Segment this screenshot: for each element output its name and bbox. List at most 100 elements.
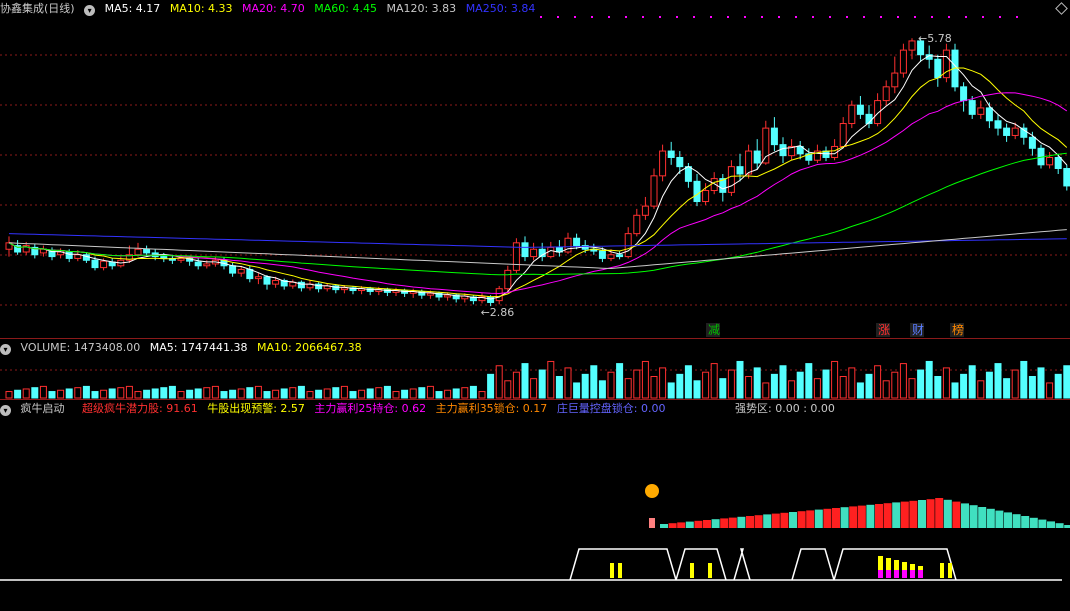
candle-body (624, 233, 632, 258)
candle-body (598, 250, 606, 259)
volume-bar (650, 376, 658, 399)
volume-bar (702, 371, 710, 399)
vol-ma-item: MA10: 2066467.38 (256, 341, 362, 354)
volume-bar (426, 385, 434, 399)
volume-bar (762, 382, 770, 399)
volume-bar (125, 385, 133, 399)
candle-body (1046, 156, 1054, 166)
candle-body (753, 150, 761, 164)
panel-separator (0, 399, 1070, 400)
volume-bar (280, 388, 288, 399)
collapse-icon[interactable]: ▾ (0, 344, 11, 355)
indicator-bar (660, 524, 668, 528)
volume-bar (39, 385, 47, 399)
candle-body (237, 268, 245, 274)
indicator-bar (1029, 517, 1038, 528)
volume-bar (31, 387, 39, 399)
candle-body (985, 107, 993, 122)
indicator-bar (763, 514, 772, 528)
volume-bar (788, 380, 796, 399)
signal-dot (846, 16, 848, 18)
indicator-bar (1012, 514, 1021, 528)
signal-bar (690, 563, 694, 578)
candle-body (1063, 167, 1070, 187)
indicator-title: 疯牛启动 (20, 402, 65, 415)
chart-canvas[interactable]: ←5.78 ←2.86 减 涨 财 榜 (0, 0, 1070, 611)
signal-dot (931, 16, 933, 18)
signal-dot (557, 16, 559, 18)
indicator-bar (883, 503, 892, 528)
signal-dot (591, 16, 593, 18)
candle-body (745, 150, 753, 175)
candle-body (203, 263, 211, 267)
stock-title: 协鑫集成(日线) (0, 2, 75, 15)
volume-bar (839, 376, 847, 399)
volume-bar (82, 385, 90, 399)
ma-item: MA10: 4.33 (169, 2, 233, 15)
signal-dot (744, 16, 746, 18)
volume-bar (74, 387, 82, 399)
indicator-bar (728, 517, 737, 528)
signal-dot (642, 16, 644, 18)
volume-bar (504, 380, 512, 399)
candle-body (315, 283, 323, 290)
indicator-bar (926, 499, 935, 528)
ma-item: MA120: 3.83 (386, 2, 457, 15)
ma-line (8, 55, 1068, 300)
volume-bar (1028, 376, 1036, 399)
volume-bar (194, 388, 202, 399)
volume-bar (547, 360, 555, 399)
event-label: 涨 (878, 322, 890, 337)
volume-bar (633, 369, 641, 399)
indicator-bar (649, 518, 655, 528)
candle-body (659, 150, 667, 177)
indicator-item: 牛股出现预警: 2.57 (207, 402, 305, 415)
volume-bar (151, 388, 159, 399)
candlestick-series (5, 38, 1070, 307)
candle-body (65, 251, 73, 259)
event-label: 榜 (952, 322, 964, 337)
signal-dot (608, 16, 610, 18)
volume-bar (375, 387, 383, 399)
indicator-bar (935, 498, 944, 528)
volume-bar (1037, 367, 1045, 399)
collapse-icon[interactable]: ▾ (84, 5, 96, 16)
volume-bar (805, 363, 813, 399)
signal-dot (795, 16, 797, 18)
volume-bar (444, 389, 452, 399)
volume-bar (495, 365, 503, 399)
volume-bar (753, 367, 761, 399)
indicator-bar (875, 504, 883, 528)
volume-bar (65, 388, 73, 399)
candle-body (1054, 156, 1062, 169)
volume-bar (942, 367, 950, 399)
moving-average-lines (8, 55, 1068, 300)
indicator-bar (677, 522, 686, 528)
ma-item: MA250: 3.84 (465, 2, 536, 15)
signal-dot (982, 16, 984, 18)
signal-dot (829, 16, 831, 18)
indicator-bar (720, 518, 729, 528)
event-label: 财 (912, 323, 924, 337)
signal-dot (710, 16, 712, 18)
volume-bar (555, 376, 563, 399)
ma-item: MA60: 4.45 (314, 2, 377, 15)
volume-bar (487, 373, 495, 399)
volume-bar (452, 388, 460, 399)
candle-body (100, 260, 108, 269)
volume-bar (693, 380, 701, 399)
candle-body (702, 190, 710, 203)
collapse-icon[interactable]: ▾ (0, 405, 11, 416)
candle-body (650, 175, 658, 207)
indicator-bar (806, 510, 815, 528)
candle-body (977, 107, 985, 115)
signal-dot (693, 16, 695, 18)
signal-dot (574, 16, 576, 18)
signal-bar (910, 570, 915, 578)
candle-body (134, 248, 142, 256)
volume-bar (461, 387, 469, 399)
indicator-bar (900, 501, 909, 528)
indicator-bar (995, 510, 1004, 528)
volume-bar (315, 389, 323, 399)
volume-bar (822, 369, 830, 399)
